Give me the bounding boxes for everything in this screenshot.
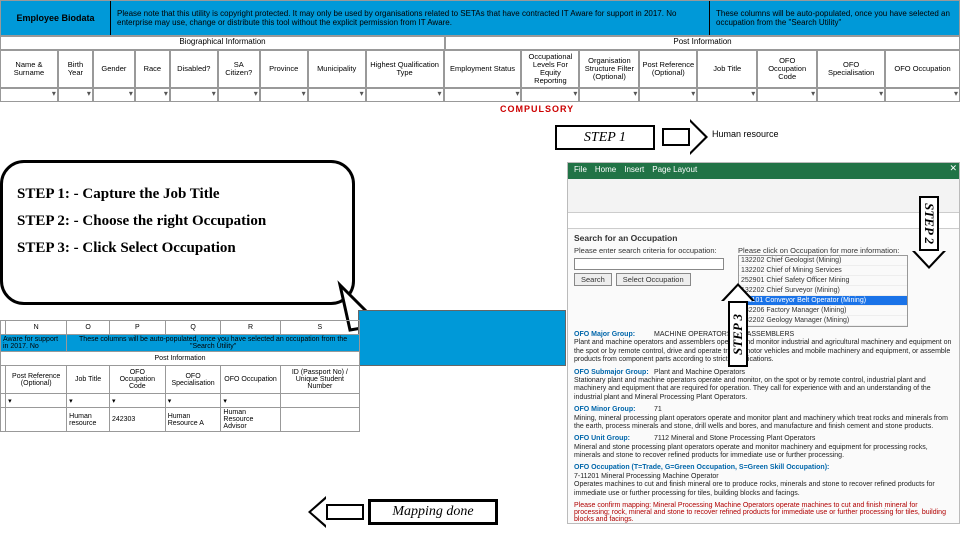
list-item-selected[interactable]: 711101 Conveyor Belt Operator (Mining): [739, 296, 907, 306]
ribbon-tools: [568, 179, 959, 213]
human-resource-text: Human resource: [712, 129, 779, 139]
filter[interactable]: [521, 88, 579, 102]
filter[interactable]: [444, 88, 522, 102]
col-ofospec: OFO Specialisation: [817, 50, 885, 88]
col-org: Organisation Structure Filter (Optional): [579, 50, 639, 88]
list-item[interactable]: 132202 Chief Surveyor (Mining): [739, 286, 907, 296]
group-row: Biographical Information Post Informatio…: [0, 36, 960, 50]
filter[interactable]: [308, 88, 366, 102]
col-race: Race: [135, 50, 170, 88]
header-row: Name & Surname Birth Year Gender Race Di…: [0, 50, 960, 88]
biodata-row: Employee Biodata Please note that this u…: [0, 0, 960, 36]
callout-line1: STEP 1: - Capture the Job Title: [17, 181, 338, 208]
col-occlvl: Occupational Levels For Equity Reporting: [521, 50, 579, 88]
mini-note: Aware for support in 2017. No: [1, 335, 67, 352]
group-post: Post Information: [445, 36, 960, 50]
mapping-done-label: Mapping done: [368, 499, 498, 525]
filter[interactable]: ▾: [6, 394, 67, 408]
filter[interactable]: [697, 88, 757, 102]
filter[interactable]: [218, 88, 260, 102]
filter[interactable]: [639, 88, 697, 102]
search-input[interactable]: [574, 258, 724, 270]
filter[interactable]: ▾: [221, 394, 280, 408]
filter[interactable]: [817, 88, 885, 102]
excel-ribbon: File Home Insert Page Layout ✕: [568, 163, 959, 179]
list-item[interactable]: 132202 Chief Geologist (Mining): [739, 256, 907, 266]
step3-arrow: STEP 3: [723, 283, 753, 373]
mini-auto: These columns will be auto-populated, on…: [67, 335, 360, 352]
col-ofoocc: OFO Occupation: [885, 50, 960, 88]
filter-row: [0, 88, 960, 102]
steps-callout: STEP 1: - Capture the Job Title STEP 2: …: [0, 160, 355, 305]
col-ofocode: OFO Occupation Code: [757, 50, 817, 88]
filter[interactable]: [0, 88, 58, 102]
col-gender: Gender: [93, 50, 135, 88]
biodata-label: Employee Biodata: [1, 1, 111, 35]
col-postref: Post Reference (Optional): [639, 50, 697, 88]
mini-postinfo: Post Information: [1, 352, 360, 366]
submajor-block: OFO Submajor Group:Plant and Machine Ope…: [574, 369, 953, 403]
tab-home[interactable]: Home: [595, 165, 616, 177]
filter[interactable]: [58, 88, 93, 102]
step3-label: STEP 3: [728, 301, 748, 367]
list-item[interactable]: 132202 Chief of Mining Services: [739, 266, 907, 276]
top-spreadsheet: Employee Biodata Please note that this u…: [0, 0, 960, 102]
panel-body: Search for an Occupation Please enter se…: [568, 229, 959, 527]
search-label: Please enter search criteria for occupat…: [574, 246, 734, 255]
filter[interactable]: ▾: [67, 394, 110, 408]
col-disabled: Disabled?: [170, 50, 218, 88]
select-occupation-button[interactable]: Select Occupation: [616, 273, 691, 286]
minor-block: OFO Minor Group:71 Mining, mineral proce…: [574, 406, 953, 431]
mini-spreadsheet: NOPQRS Aware for support in 2017. NoThes…: [0, 320, 360, 432]
filter[interactable]: ▾: [109, 394, 165, 408]
list-item[interactable]: 252901 Chief Safety Officer Mining: [739, 276, 907, 286]
filter[interactable]: [93, 88, 135, 102]
callout-line2: STEP 2: - Choose the right Occupation: [17, 208, 338, 235]
col-qual: Highest Qualification Type: [366, 50, 444, 88]
step2-arrow: STEP 2: [914, 196, 944, 276]
occupation-list[interactable]: 132202 Chief Geologist (Mining) 132202 C…: [738, 255, 908, 327]
occupation-search-panel: File Home Insert Page Layout ✕ Search fo…: [567, 162, 960, 524]
tab-insert[interactable]: Insert: [624, 165, 644, 177]
col-muni: Municipality: [308, 50, 366, 88]
filter[interactable]: [170, 88, 218, 102]
biodata-text2: These columns will be auto-populated, on…: [709, 1, 959, 35]
blue-strip: [358, 310, 566, 366]
mapping-confirm: Please confirm mapping: Mineral Processi…: [574, 502, 953, 523]
col-name: Name & Surname: [0, 50, 58, 88]
col-province: Province: [260, 50, 308, 88]
filter[interactable]: [366, 88, 444, 102]
step2-label: STEP 2: [919, 196, 939, 251]
occ-block: OFO Occupation (T=Trade, G=Green Occupat…: [574, 464, 953, 498]
biodata-text: Please note that this utility is copyrig…: [111, 1, 709, 35]
col-citizen: SA Citizen?: [218, 50, 260, 88]
list-item[interactable]: 132202 Geology Manager (Mining): [739, 316, 907, 326]
filter[interactable]: [135, 88, 170, 102]
callout-line3: STEP 3: - Click Select Occupation: [17, 235, 338, 262]
close-icon[interactable]: ✕: [949, 163, 957, 174]
unit-block: OFO Unit Group:7112 Mineral and Stone Pr…: [574, 435, 953, 460]
filter[interactable]: ▾: [165, 394, 221, 408]
panel-title: Search for an Occupation: [574, 233, 953, 243]
compulsory-label: COMPULSORY: [500, 104, 574, 114]
step1-label: STEP 1: [555, 125, 655, 150]
filter[interactable]: [260, 88, 308, 102]
filter[interactable]: [757, 88, 817, 102]
list-item[interactable]: 132206 Factory Manager (Mining): [739, 306, 907, 316]
search-button[interactable]: Search: [574, 273, 612, 286]
col-emp: Employment Status: [444, 50, 522, 88]
tab-file[interactable]: File: [574, 165, 587, 177]
col-birth: Birth Year: [58, 50, 93, 88]
col-job: Job Title: [697, 50, 757, 88]
formula-bar[interactable]: [568, 213, 959, 229]
group-bio: Biographical Information: [0, 36, 445, 50]
tab-layout[interactable]: Page Layout: [652, 165, 697, 177]
filter[interactable]: [885, 88, 960, 102]
filter[interactable]: [579, 88, 639, 102]
major-block: OFO Major Group:MACHINE OPERATORS and AS…: [574, 331, 953, 365]
